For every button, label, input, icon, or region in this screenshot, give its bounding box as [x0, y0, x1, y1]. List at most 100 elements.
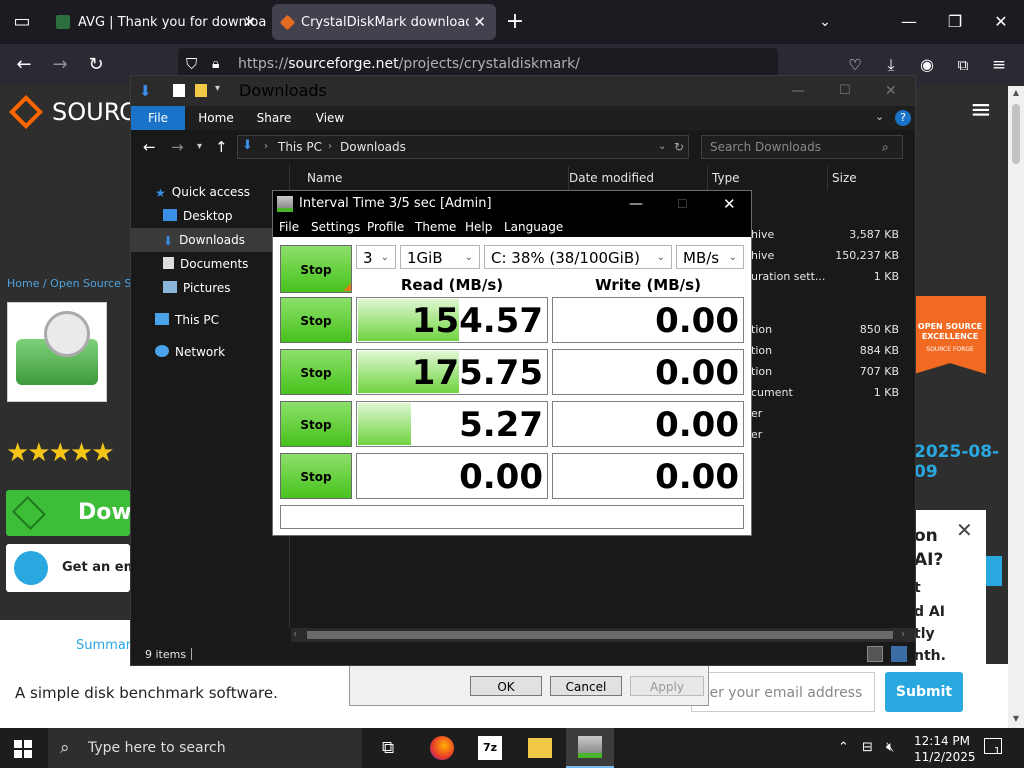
- nav-pictures[interactable]: Pictures: [163, 276, 231, 300]
- clock-date[interactable]: 11/2/2025: [914, 750, 976, 764]
- email-signup-box[interactable]: Get an ema: [6, 544, 146, 592]
- search-downloads-input[interactable]: Search Downloads ⌕: [701, 135, 903, 159]
- help-icon[interactable]: ?: [895, 110, 911, 126]
- breadcrumb-downloads[interactable]: Downloads: [340, 136, 406, 158]
- menu-profile[interactable]: Profile: [367, 217, 404, 237]
- nav-quick-access[interactable]: ★ Quick access: [155, 180, 250, 204]
- close-tab-icon[interactable]: ✕: [243, 13, 256, 31]
- explorer-close-icon[interactable]: ✕: [885, 76, 897, 106]
- new-folder-icon[interactable]: [195, 84, 207, 97]
- volume-muted-icon[interactable]: 🔇︎: [886, 728, 894, 768]
- minimize-icon[interactable]: —: [886, 0, 932, 44]
- ribbon-tab-home[interactable]: Home: [191, 106, 241, 130]
- download-button[interactable]: Dow: [6, 490, 132, 536]
- ribbon-tab-view[interactable]: View: [305, 106, 355, 130]
- properties-icon[interactable]: [173, 84, 185, 97]
- summary-tab[interactable]: Summar: [76, 638, 131, 653]
- network-icon[interactable]: ⊟: [862, 728, 873, 768]
- nav-desktop[interactable]: Desktop: [163, 204, 233, 228]
- file-row[interactable]: hive 3,587 KB: [751, 224, 901, 245]
- nav-this-pc[interactable]: This PC: [155, 308, 219, 332]
- tab-crystaldiskmark[interactable]: CrystalDiskMark download | SourceForge ✕: [272, 4, 496, 40]
- horizontal-scrollbar-thumb[interactable]: [307, 631, 893, 639]
- menu-settings[interactable]: Settings: [311, 217, 360, 237]
- back-icon[interactable]: ←: [6, 44, 42, 86]
- forward-icon[interactable]: →: [42, 44, 78, 86]
- email-input[interactable]: ter your email address: [691, 672, 875, 712]
- ribbon-expand-icon[interactable]: ⌄: [875, 110, 884, 123]
- breadcrumb[interactable]: Home / Open Source So: [7, 277, 138, 290]
- details-view-icon[interactable]: [867, 646, 883, 662]
- nav-network[interactable]: Network: [155, 340, 225, 364]
- file-row[interactable]: hive 150,237 KB: [751, 245, 901, 266]
- explorer-forward-icon[interactable]: →: [171, 130, 184, 164]
- hamburger-menu-icon[interactable]: ≡: [970, 97, 992, 123]
- column-type[interactable]: Type: [707, 166, 817, 190]
- drive-select[interactable]: C: 38% (38/100GiB) ⌄: [484, 245, 672, 269]
- windows-start-icon[interactable]: [14, 740, 32, 758]
- test-count-select[interactable]: 3 ⌄: [356, 245, 396, 269]
- nav-downloads[interactable]: ⬇ Downloads: [131, 228, 289, 252]
- refresh-icon[interactable]: ↻: [674, 136, 684, 158]
- ok-button[interactable]: OK: [470, 676, 542, 696]
- list-all-tabs-icon[interactable]: ⌄: [810, 0, 840, 44]
- stop-all-button[interactable]: Stop: [280, 245, 352, 293]
- chevron-up-icon[interactable]: ⌃: [838, 728, 849, 768]
- nav-documents[interactable]: Documents: [163, 252, 248, 276]
- column-date-modified[interactable]: Date modified: [568, 166, 698, 190]
- scroll-left-icon[interactable]: ‹: [293, 628, 297, 642]
- recent-locations-icon[interactable]: ▾: [197, 130, 202, 164]
- explorer-minimize-icon[interactable]: —: [791, 76, 805, 106]
- cdm-maximize-icon[interactable]: ☐: [677, 191, 688, 217]
- scroll-up-icon[interactable]: ▲: [1010, 88, 1022, 97]
- scroll-down-icon[interactable]: ▼: [1010, 714, 1022, 723]
- horizontal-scrollbar[interactable]: ‹ ›: [291, 628, 915, 642]
- address-bar[interactable]: ⬇ › This PC › Downloads ⌄ ↻: [237, 135, 689, 159]
- tab-avg[interactable]: AVG | Thank you for downloading ✕: [46, 4, 266, 40]
- apply-button[interactable]: Apply: [630, 676, 704, 696]
- maximize-icon[interactable]: ❐: [932, 0, 978, 44]
- unit-select[interactable]: MB/s ⌄: [676, 245, 744, 269]
- file-row[interactable]: tion 850 KB: [751, 319, 901, 340]
- file-row[interactable]: cument 1 KB: [751, 382, 901, 403]
- file-explorer-icon[interactable]: [528, 738, 552, 758]
- close-popup-icon[interactable]: ✕: [956, 518, 973, 542]
- file-row[interactable]: er: [751, 403, 901, 424]
- stop-button-row2[interactable]: Stop: [280, 349, 352, 395]
- file-row[interactable]: tion 884 KB: [751, 340, 901, 361]
- firefox-icon[interactable]: [430, 736, 454, 760]
- menu-icon[interactable]: ≡: [986, 44, 1012, 86]
- stop-button-row1[interactable]: Stop: [280, 297, 352, 343]
- cdm-minimize-icon[interactable]: —: [629, 191, 643, 217]
- file-row[interactable]: er: [751, 424, 901, 445]
- comment-field[interactable]: [280, 505, 744, 529]
- explorer-maximize-icon[interactable]: ☐: [839, 76, 851, 106]
- cancel-button[interactable]: Cancel: [550, 676, 622, 696]
- stop-button-row3[interactable]: Stop: [280, 401, 352, 447]
- address-dropdown-icon[interactable]: ⌄: [658, 136, 666, 158]
- 7zip-icon[interactable]: 7z: [478, 736, 502, 760]
- menu-help[interactable]: Help: [465, 217, 492, 237]
- menu-language[interactable]: Language: [504, 217, 563, 237]
- tab-list-icon[interactable]: ▭: [4, 0, 40, 44]
- large-icons-view-icon[interactable]: [891, 646, 907, 662]
- stop-button-row4[interactable]: Stop: [280, 453, 352, 499]
- account-icon[interactable]: ◉: [914, 44, 940, 86]
- menu-file[interactable]: File: [279, 217, 299, 237]
- crystaldiskmark-taskbar-button[interactable]: [566, 728, 614, 768]
- clock-time[interactable]: 12:14 PM: [914, 734, 970, 748]
- column-name[interactable]: Name: [307, 166, 557, 190]
- menu-theme[interactable]: Theme: [415, 217, 456, 237]
- extensions-icon[interactable]: ⧉: [950, 44, 976, 86]
- reload-icon[interactable]: ↻: [78, 44, 114, 86]
- ribbon-tab-file[interactable]: File: [131, 106, 185, 130]
- column-size[interactable]: Size: [827, 166, 907, 190]
- qat-dropdown-icon[interactable]: ▾: [215, 83, 220, 94]
- breadcrumb-this-pc[interactable]: This PC: [278, 136, 322, 158]
- close-tab-icon[interactable]: ✕: [473, 13, 486, 31]
- task-view-icon[interactable]: ⧉: [382, 728, 394, 768]
- ribbon-tab-share[interactable]: Share: [249, 106, 299, 130]
- cdm-close-icon[interactable]: ✕: [723, 191, 736, 217]
- taskbar-search-box[interactable]: ⌕ Type here to search: [48, 728, 362, 768]
- scrollbar-thumb[interactable]: [1012, 104, 1020, 164]
